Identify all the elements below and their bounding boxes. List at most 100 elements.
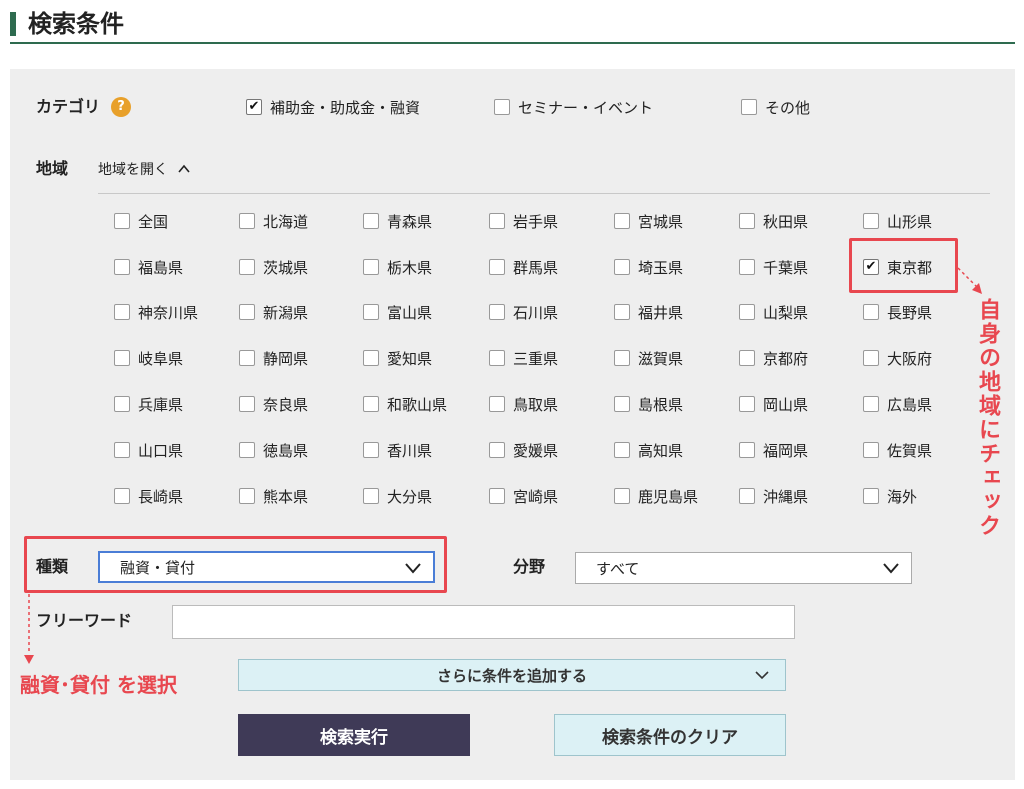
- checkbox-icon[interactable]: [494, 99, 510, 115]
- checkbox-icon[interactable]: [363, 488, 379, 504]
- checkbox-icon[interactable]: [614, 259, 630, 275]
- region-toggle[interactable]: 地域を開く: [98, 158, 190, 180]
- prefecture-checkbox-item[interactable]: 佐賀県: [863, 439, 932, 461]
- prefecture-checkbox-item[interactable]: 熊本県: [239, 485, 308, 507]
- checkbox-icon[interactable]: [114, 488, 130, 504]
- prefecture-checkbox-item[interactable]: 高知県: [614, 439, 683, 461]
- prefecture-checkbox-item[interactable]: 沖縄県: [739, 485, 808, 507]
- prefecture-checkbox-item[interactable]: 福井県: [614, 301, 683, 323]
- prefecture-checkbox-item[interactable]: 埼玉県: [614, 256, 683, 278]
- checkbox-icon[interactable]: [239, 396, 255, 412]
- prefecture-checkbox-item[interactable]: 滋賀県: [614, 347, 683, 369]
- checkbox-icon[interactable]: [863, 396, 879, 412]
- checkbox-checked-icon[interactable]: ✔: [246, 99, 262, 115]
- checkbox-icon[interactable]: [614, 442, 630, 458]
- checkbox-icon[interactable]: [114, 442, 130, 458]
- prefecture-checkbox-item[interactable]: 青森県: [363, 210, 432, 232]
- checkbox-icon[interactable]: [739, 396, 755, 412]
- checkbox-icon[interactable]: [863, 350, 879, 366]
- checkbox-icon[interactable]: [739, 442, 755, 458]
- prefecture-checkbox-item[interactable]: 山形県: [863, 210, 932, 232]
- help-icon[interactable]: ?: [111, 97, 131, 117]
- prefecture-checkbox-item[interactable]: 長野県: [863, 301, 932, 323]
- checkbox-icon[interactable]: [239, 488, 255, 504]
- prefecture-checkbox-item[interactable]: 全国: [114, 210, 168, 232]
- checkbox-icon[interactable]: [114, 213, 130, 229]
- checkbox-icon[interactable]: [363, 213, 379, 229]
- search-button[interactable]: 検索実行: [238, 714, 470, 756]
- checkbox-icon[interactable]: [363, 304, 379, 320]
- prefecture-checkbox-item[interactable]: 茨城県: [239, 256, 308, 278]
- prefecture-checkbox-item[interactable]: 島根県: [614, 393, 683, 415]
- prefecture-checkbox-item[interactable]: 岡山県: [739, 393, 808, 415]
- prefecture-checkbox-item[interactable]: 北海道: [239, 210, 308, 232]
- prefecture-checkbox-item[interactable]: 広島県: [863, 393, 932, 415]
- checkbox-icon[interactable]: [489, 259, 505, 275]
- prefecture-checkbox-item[interactable]: 三重県: [489, 347, 558, 369]
- checkbox-icon[interactable]: [114, 350, 130, 366]
- checkbox-icon[interactable]: [614, 213, 630, 229]
- prefecture-checkbox-item[interactable]: 愛媛県: [489, 439, 558, 461]
- add-conditions-button[interactable]: さらに条件を追加する: [238, 659, 786, 691]
- checkbox-icon[interactable]: [739, 488, 755, 504]
- checkbox-icon[interactable]: [614, 396, 630, 412]
- checkbox-icon[interactable]: [363, 396, 379, 412]
- prefecture-checkbox-item[interactable]: 和歌山県: [363, 393, 447, 415]
- prefecture-checkbox-item[interactable]: 静岡県: [239, 347, 308, 369]
- prefecture-checkbox-item[interactable]: 香川県: [363, 439, 432, 461]
- checkbox-icon[interactable]: [739, 350, 755, 366]
- prefecture-checkbox-item[interactable]: 岩手県: [489, 210, 558, 232]
- prefecture-checkbox-item[interactable]: 石川県: [489, 301, 558, 323]
- prefecture-checkbox-item[interactable]: 奈良県: [239, 393, 308, 415]
- checkbox-icon[interactable]: [863, 213, 879, 229]
- checkbox-icon[interactable]: [739, 259, 755, 275]
- category-option-subsidy[interactable]: ✔ 補助金・助成金・融資: [246, 96, 420, 118]
- checkbox-icon[interactable]: [363, 442, 379, 458]
- checkbox-icon[interactable]: [741, 99, 757, 115]
- prefecture-checkbox-item[interactable]: 京都府: [739, 347, 808, 369]
- checkbox-icon[interactable]: [489, 350, 505, 366]
- checkbox-icon[interactable]: [363, 350, 379, 366]
- category-option-seminar[interactable]: セミナー・イベント: [494, 96, 653, 118]
- checkbox-icon[interactable]: [863, 488, 879, 504]
- checkbox-icon[interactable]: [863, 442, 879, 458]
- prefecture-checkbox-item[interactable]: 岐阜県: [114, 347, 183, 369]
- prefecture-checkbox-item[interactable]: 福岡県: [739, 439, 808, 461]
- prefecture-checkbox-item[interactable]: 鳥取県: [489, 393, 558, 415]
- prefecture-checkbox-item[interactable]: 新潟県: [239, 301, 308, 323]
- checkbox-icon[interactable]: [239, 350, 255, 366]
- prefecture-checkbox-item[interactable]: 千葉県: [739, 256, 808, 278]
- prefecture-checkbox-item[interactable]: 群馬県: [489, 256, 558, 278]
- checkbox-icon[interactable]: [489, 442, 505, 458]
- checkbox-icon[interactable]: [489, 396, 505, 412]
- checkbox-icon[interactable]: [239, 442, 255, 458]
- checkbox-icon[interactable]: [614, 350, 630, 366]
- field-select[interactable]: すべて: [575, 552, 912, 584]
- prefecture-checkbox-item[interactable]: 愛知県: [363, 347, 432, 369]
- checkbox-icon[interactable]: [114, 396, 130, 412]
- checkbox-icon[interactable]: [489, 488, 505, 504]
- checkbox-icon[interactable]: [239, 304, 255, 320]
- freeword-input[interactable]: [172, 605, 795, 639]
- checkbox-icon[interactable]: [739, 304, 755, 320]
- checkbox-icon[interactable]: [489, 213, 505, 229]
- prefecture-checkbox-item[interactable]: 大阪府: [863, 347, 932, 369]
- prefecture-checkbox-item[interactable]: 山口県: [114, 439, 183, 461]
- checkbox-icon[interactable]: [114, 259, 130, 275]
- prefecture-checkbox-item[interactable]: 宮城県: [614, 210, 683, 232]
- checkbox-icon[interactable]: [239, 213, 255, 229]
- category-option-other[interactable]: その他: [741, 96, 810, 118]
- checkbox-icon[interactable]: [863, 304, 879, 320]
- prefecture-checkbox-item[interactable]: 福島県: [114, 256, 183, 278]
- checkbox-icon[interactable]: [739, 213, 755, 229]
- checkbox-icon[interactable]: [363, 259, 379, 275]
- checkbox-icon[interactable]: [114, 304, 130, 320]
- prefecture-checkbox-item[interactable]: 栃木県: [363, 256, 432, 278]
- prefecture-checkbox-item[interactable]: 神奈川県: [114, 301, 198, 323]
- prefecture-checkbox-item[interactable]: 大分県: [363, 485, 432, 507]
- prefecture-checkbox-item[interactable]: 鹿児島県: [614, 485, 698, 507]
- prefecture-checkbox-item[interactable]: 兵庫県: [114, 393, 183, 415]
- prefecture-checkbox-item[interactable]: 山梨県: [739, 301, 808, 323]
- checkbox-icon[interactable]: [614, 488, 630, 504]
- prefecture-checkbox-item[interactable]: 海外: [863, 485, 917, 507]
